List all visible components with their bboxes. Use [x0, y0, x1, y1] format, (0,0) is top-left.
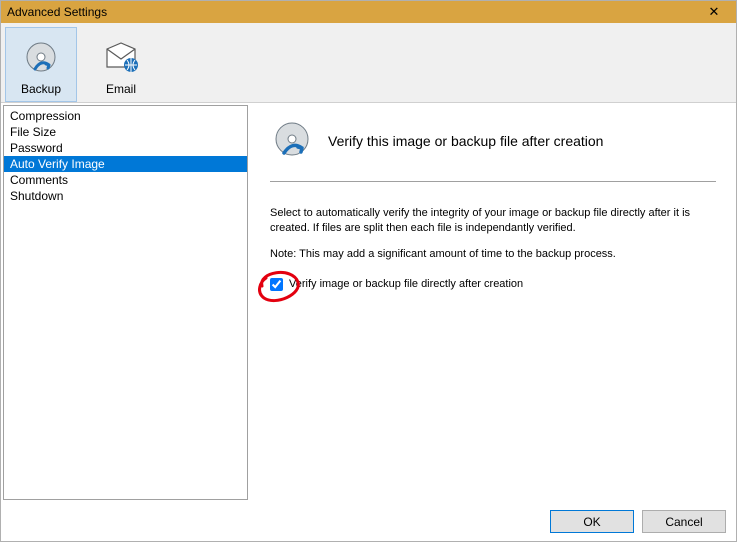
toolbar: Backup Email	[1, 23, 736, 103]
sidebar-item-shutdown[interactable]: Shutdown	[4, 188, 247, 204]
dialog-buttons: OK Cancel	[1, 502, 736, 541]
window-title: Advanced Settings	[7, 5, 694, 19]
verify-checkbox-row[interactable]: Verify image or backup file directly aft…	[270, 278, 716, 291]
tab-backup[interactable]: Backup	[5, 27, 77, 102]
envelope-globe-icon	[100, 38, 142, 80]
main-panel: Verify this image or backup file after c…	[250, 103, 736, 502]
main-header: Verify this image or backup file after c…	[270, 119, 716, 163]
close-icon[interactable]: ✕	[694, 4, 734, 20]
cancel-button[interactable]: Cancel	[642, 510, 726, 533]
ok-button[interactable]: OK	[550, 510, 634, 533]
sidebar-item-compression[interactable]: Compression	[4, 108, 247, 124]
sidebar-item-filesize[interactable]: File Size	[4, 124, 247, 140]
verify-checkbox[interactable]	[270, 278, 283, 291]
description-text: Select to automatically verify the integ…	[270, 206, 716, 236]
verify-checkbox-label: Verify image or backup file directly aft…	[289, 278, 523, 290]
sidebar-item-password[interactable]: Password	[4, 140, 247, 156]
note-text: Note: This may add a significant amount …	[270, 248, 716, 260]
sidebar: Compression File Size Password Auto Veri…	[3, 105, 248, 500]
page-title: Verify this image or backup file after c…	[328, 133, 603, 149]
sidebar-item-autoverify[interactable]: Auto Verify Image	[4, 156, 247, 172]
disk-backup-icon	[20, 38, 62, 80]
tab-email[interactable]: Email	[85, 27, 157, 102]
titlebar: Advanced Settings ✕	[1, 1, 736, 23]
sidebar-item-comments[interactable]: Comments	[4, 172, 247, 188]
settings-window: Advanced Settings ✕ Backup	[0, 0, 737, 542]
disk-verify-icon	[270, 119, 314, 163]
divider	[270, 181, 716, 182]
content-area: Compression File Size Password Auto Veri…	[1, 103, 736, 502]
tab-email-label: Email	[106, 82, 136, 96]
tab-backup-label: Backup	[21, 82, 61, 96]
